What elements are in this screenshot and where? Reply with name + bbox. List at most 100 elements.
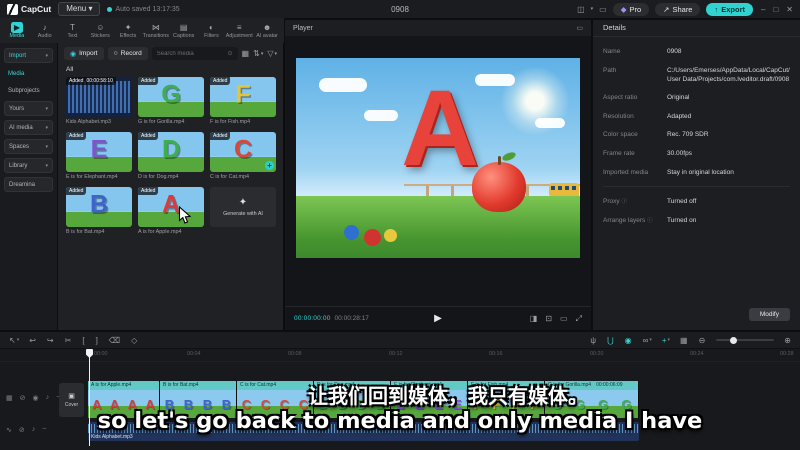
zoom-fit-icon[interactable]: ⊡: [545, 314, 552, 324]
media-item-video[interactable]: Added F F is for Fish.mp4: [210, 77, 276, 125]
fullscreen-icon[interactable]: ⤢: [576, 314, 582, 324]
video-thumbnail[interactable]: Added D: [138, 132, 204, 172]
linking-icon[interactable]: ∞ ▾: [643, 336, 652, 345]
tab-text[interactable]: T Text: [59, 22, 87, 39]
video-preview[interactable]: A: [296, 58, 580, 258]
playhead-line[interactable]: [89, 350, 90, 446]
ruler-time-label: 00:16: [489, 351, 503, 357]
pro-button[interactable]: ◆ Pro: [612, 2, 650, 16]
sidebar-item-library[interactable]: Library ▾: [4, 158, 53, 173]
audio-track-icon[interactable]: ∿: [6, 426, 12, 434]
hide-track-icon[interactable]: ◉: [33, 394, 39, 402]
info-icon: ⓘ: [647, 218, 653, 225]
layout-panels-icon[interactable]: ◫: [577, 5, 585, 14]
maximize-button[interactable]: □: [773, 5, 778, 14]
timeline-ruler[interactable]: 00:00 00:04 00:08 00:12 00:16 00:20 00:2…: [0, 349, 800, 362]
track-order-icon[interactable]: ▦: [6, 394, 13, 402]
add-to-timeline-button[interactable]: +: [265, 161, 274, 170]
record-icon: ○: [113, 50, 118, 57]
mute-track-icon[interactable]: ♪: [46, 394, 50, 402]
layout-chevron-icon[interactable]: ▾: [591, 6, 594, 12]
tab-label: Captions: [173, 32, 195, 39]
play-button[interactable]: ▶: [434, 313, 442, 324]
video-thumbnail[interactable]: Added A: [138, 187, 204, 227]
media-item-video[interactable]: Added C + C is for Cat.mp4: [210, 132, 276, 180]
select-tool-icon[interactable]: ↖ ▾: [9, 336, 19, 345]
detail-toggle-row: Proxy ⓘ Turned off: [603, 197, 790, 207]
tab-transitions[interactable]: ⋈ Transitions: [142, 22, 170, 39]
audio-thumbnail[interactable]: Added 00:00:58:10: [66, 77, 132, 117]
split-icon[interactable]: ✂: [65, 336, 73, 345]
export-button[interactable]: ↑ Export: [706, 2, 753, 16]
zoom-slider-knob[interactable]: [730, 336, 738, 344]
tab-stickers[interactable]: ☺ Stickers: [86, 22, 114, 39]
zoom-out-icon[interactable]: ⊖: [699, 336, 707, 345]
filter-icon[interactable]: ▽ ▾: [267, 49, 277, 58]
share-button[interactable]: ↗ Share: [655, 2, 701, 16]
delete-left-icon[interactable]: [: [82, 336, 85, 345]
shrink-track-icon[interactable]: −: [42, 426, 46, 434]
sidebar-item-dreamina[interactable]: Dreamina: [4, 177, 53, 192]
sort-icon[interactable]: ⇅ ▾: [253, 49, 263, 58]
chevron-down-icon: ▾: [45, 143, 48, 150]
cover-button[interactable]: ▣ Cover: [59, 383, 84, 417]
mute-track-icon[interactable]: ♪: [32, 426, 36, 434]
delete-right-icon[interactable]: ]: [96, 336, 99, 345]
media-item-video[interactable]: Added G G is for Gorilla.mp4: [138, 77, 204, 125]
import-button[interactable]: ◉ Import: [64, 47, 104, 60]
ratio-icon[interactable]: ▭: [560, 314, 568, 324]
mirror-preview-icon[interactable]: ◨: [530, 314, 538, 324]
search-input[interactable]: Search media ⊙: [151, 47, 238, 60]
modify-button[interactable]: Modify: [748, 308, 790, 321]
view-toggle-icon[interactable]: ▦: [242, 49, 250, 58]
delete-icon[interactable]: ⌫: [109, 336, 121, 345]
media-item-name: F is for Fish.mp4: [210, 119, 251, 125]
tab-audio[interactable]: ♪ Audio: [31, 22, 59, 39]
tab-filters[interactable]: ◐ Filters: [198, 22, 226, 39]
tab-ai-avatar[interactable]: ☻ AI avatar: [253, 22, 281, 39]
media-item-video[interactable]: Added D D is for Dog.mp4: [138, 132, 204, 180]
close-button[interactable]: ✕: [786, 5, 793, 14]
generate-with-ai-tile[interactable]: ✦ Generate with AI: [210, 187, 276, 235]
media-item-video[interactable]: Added B B is for Bat.mp4: [66, 187, 132, 235]
tab-adjustment[interactable]: ≡ Adjustment: [225, 22, 253, 39]
lock-track-icon[interactable]: ⊘: [19, 426, 25, 434]
voiceover-mic-icon[interactable]: ψ: [590, 336, 597, 345]
media-item-video[interactable]: Added A A is for Apple.mp4: [138, 187, 204, 235]
timeline-zoom-slider[interactable]: [716, 336, 775, 344]
auto-snap-icon[interactable]: ◉: [625, 336, 633, 345]
video-thumbnail[interactable]: Added G: [138, 77, 204, 117]
sidebar-item-yours[interactable]: Yours ▾: [4, 101, 53, 116]
detail-label: Aspect ratio: [603, 94, 638, 102]
sidebar-item-subprojects[interactable]: Subprojects: [4, 84, 53, 97]
media-item-audio[interactable]: Added 00:00:58:10 Kids Alphabet.mp3: [66, 77, 132, 125]
tab-label: Transitions: [142, 32, 169, 39]
sidebar-item-ai-media[interactable]: AI media ▾: [4, 120, 53, 135]
redo-icon[interactable]: ↪: [47, 336, 55, 345]
undo-icon[interactable]: ↩: [29, 336, 37, 345]
main-track-magnet-icon[interactable]: ⋃: [607, 336, 615, 345]
layout-compact-icon[interactable]: ▭: [599, 5, 607, 14]
cover-label: Cover: [64, 402, 79, 408]
sidebar-item-spaces[interactable]: Spaces ▾: [4, 139, 53, 154]
zoom-in-icon[interactable]: ⊕: [784, 336, 791, 345]
tab-media[interactable]: ▶ Media: [3, 21, 31, 39]
preview-axis-icon[interactable]: + ▾: [662, 336, 670, 345]
record-button[interactable]: ○ Record: [107, 47, 148, 60]
minimize-button[interactable]: –: [761, 5, 765, 14]
detail-value: Stay in original location: [667, 168, 734, 176]
lock-track-icon[interactable]: ⊘: [20, 394, 26, 402]
tab-effects[interactable]: ✦ Effects: [114, 22, 142, 39]
video-thumbnail[interactable]: Added B: [66, 187, 132, 227]
video-thumbnail[interactable]: Added E: [66, 132, 132, 172]
media-item-video[interactable]: Added E E is for Elephant.mp4: [66, 132, 132, 180]
sidebar-item-import[interactable]: Import ▾: [4, 48, 53, 63]
player-adapt-icon[interactable]: ▭: [576, 24, 583, 32]
render-preview-icon[interactable]: ▦: [680, 336, 689, 345]
sidebar-item-media[interactable]: Media: [4, 67, 53, 80]
menu-button[interactable]: Menu ▾: [58, 2, 101, 16]
video-thumbnail[interactable]: Added F: [210, 77, 276, 117]
tab-captions[interactable]: ▤ Captions: [170, 22, 198, 39]
video-thumbnail[interactable]: Added C +: [210, 132, 276, 172]
freeze-icon[interactable]: ◇: [131, 336, 138, 345]
